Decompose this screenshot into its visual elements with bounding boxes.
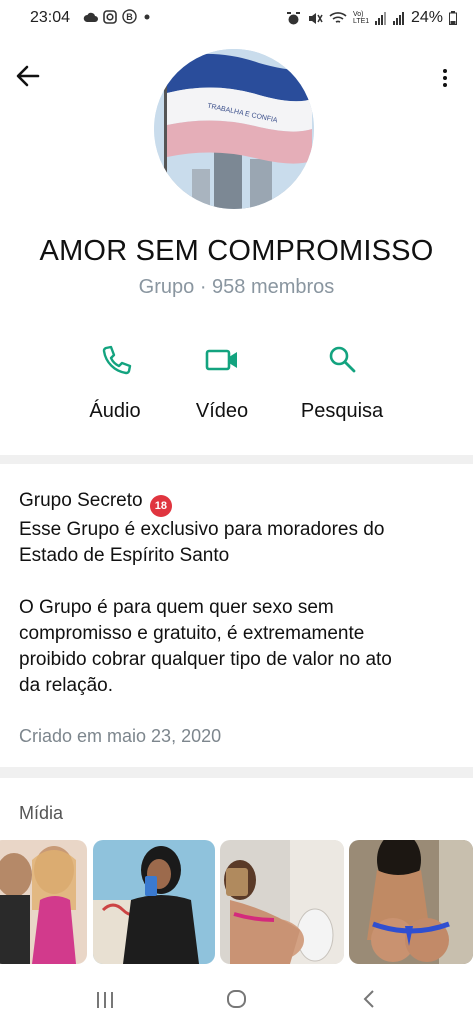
- group-meta[interactable]: Grupo · 958 membros: [0, 276, 473, 299]
- home-button[interactable]: [222, 984, 252, 1014]
- dot-icon: [144, 14, 150, 19]
- group-avatar[interactable]: TRABALHA E CONFIA: [154, 49, 314, 209]
- system-icons: Vo) LTE1 24%: [286, 9, 457, 27]
- description-line-3: Estado de Espírito Santo: [19, 545, 230, 566]
- media-thumbnail[interactable]: [0, 840, 87, 964]
- instagram-icon: [103, 9, 117, 24]
- network-label: Vo) LTE1: [352, 11, 370, 25]
- description-line-2: Esse Grupo é exclusivo para moradores do: [19, 519, 385, 540]
- b-badge-icon: B: [122, 9, 137, 24]
- signal-icon-2: [392, 11, 404, 25]
- battery-percent: 24%: [410, 9, 443, 26]
- back-button[interactable]: [14, 62, 42, 90]
- wifi-icon: [329, 12, 347, 23]
- video-icon: [205, 349, 237, 371]
- signal-icon: [374, 11, 386, 25]
- group-header: TRABALHA E CONFIA AMOR SEM COMPROMISSO G…: [0, 38, 473, 455]
- media-thumbnail[interactable]: [349, 840, 473, 964]
- media-title: Mídia: [19, 803, 64, 823]
- media-thumbnails: [0, 840, 473, 964]
- notification-icons: B: [83, 9, 152, 24]
- audio-call-button[interactable]: Áudio: [74, 340, 156, 423]
- description-paragraph-line: O Grupo é para quem quer sexo sem: [19, 597, 334, 618]
- status-bar: 23:04 B Vo) LTE1 24%: [0, 0, 473, 38]
- system-navigation-bar: [0, 974, 473, 1024]
- media-image: [93, 840, 215, 964]
- arrow-left-icon: [16, 65, 40, 87]
- description-paragraph-line: proibido cobrar qualquer tipo de valor n…: [19, 649, 392, 670]
- mute-icon: [308, 12, 323, 24]
- recent-apps-icon: [97, 992, 113, 1008]
- group-description-card[interactable]: Grupo Secreto 18 Esse Grupo é exclusivo …: [0, 464, 473, 767]
- back-nav-button[interactable]: [354, 984, 384, 1014]
- search-icon: [329, 346, 356, 373]
- search-label: Pesquisa: [300, 400, 384, 422]
- audio-call-label: Áudio: [89, 400, 141, 422]
- group-name: AMOR SEM COMPROMISSO: [39, 235, 434, 267]
- media-thumbnail[interactable]: [93, 840, 215, 964]
- home-icon: [227, 990, 246, 1008]
- description-paragraph-line: compromisso e gratuito, é extremamente: [19, 623, 365, 644]
- media-image: [0, 840, 87, 964]
- more-options-button[interactable]: [433, 64, 457, 92]
- recent-apps-button[interactable]: [90, 984, 120, 1014]
- video-call-button[interactable]: Vídeo: [181, 340, 263, 423]
- description-paragraph-line: da relação.: [19, 675, 114, 696]
- media-image: [349, 840, 473, 964]
- flag-image: TRABALHA E CONFIA: [154, 49, 314, 209]
- status-time: 23:04: [30, 9, 71, 26]
- description-line-1: Grupo Secreto: [19, 490, 143, 511]
- created-date: Criado em maio 23, 2020: [19, 726, 222, 746]
- video-call-label: Vídeo: [195, 400, 249, 422]
- media-image: [220, 840, 344, 964]
- svg-text:B: B: [126, 12, 133, 22]
- cloud-icon: [83, 12, 98, 22]
- adult-18-icon: 18: [149, 495, 172, 517]
- search-button[interactable]: Pesquisa: [291, 340, 393, 423]
- phone-icon: [102, 345, 132, 375]
- battery-icon: [449, 11, 457, 25]
- more-options-icon: [443, 69, 447, 73]
- group-description: Grupo Secreto 18 Esse Grupo é exclusivo …: [19, 488, 459, 699]
- alarm-icon: [286, 11, 300, 24]
- chevron-left-icon: [363, 990, 374, 1008]
- media-thumbnail[interactable]: [220, 840, 344, 964]
- media-section: Mídia: [0, 778, 473, 974]
